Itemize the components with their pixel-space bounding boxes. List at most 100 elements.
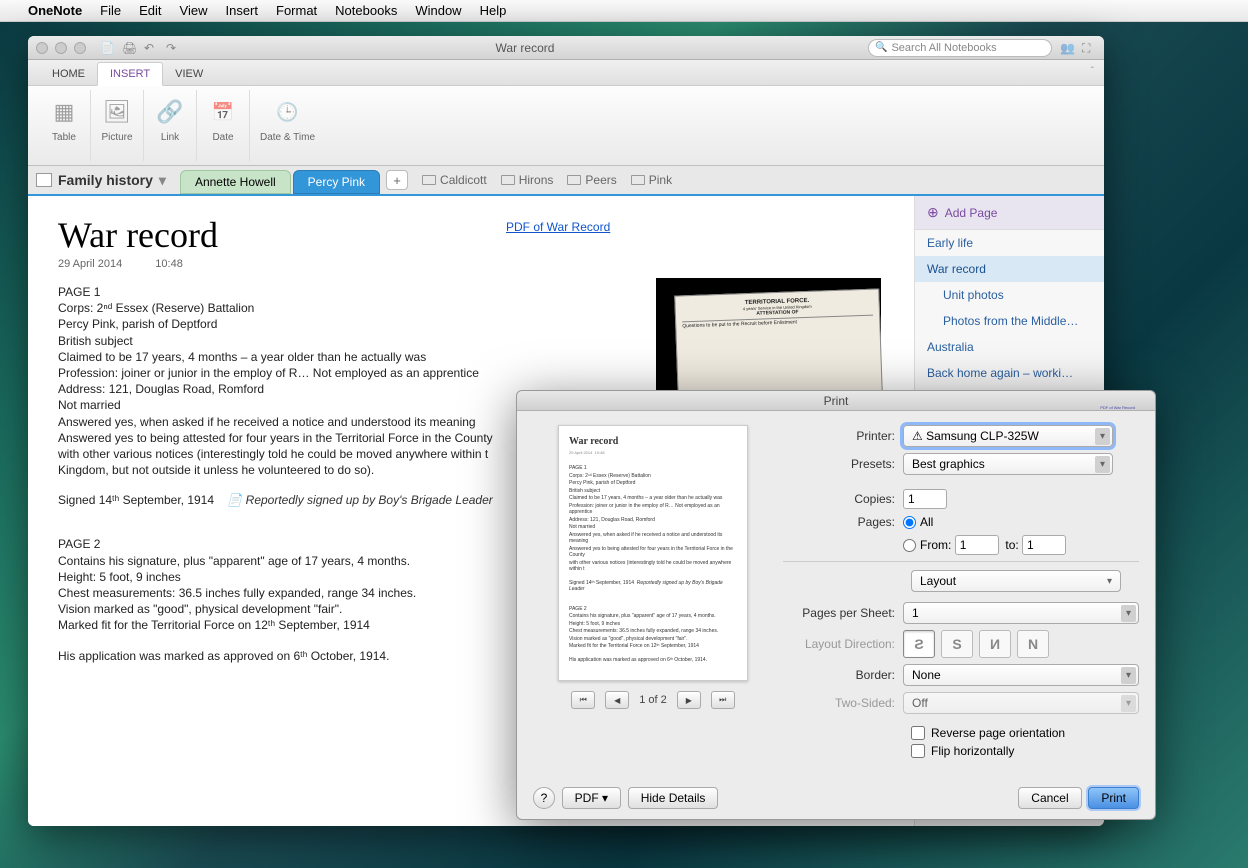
tab-home[interactable]: HOME	[40, 63, 97, 85]
layout-direction-4[interactable]: N	[1017, 630, 1049, 658]
sidebar-item-unit-photos[interactable]: Unit photos	[915, 282, 1104, 308]
chevron-down-icon: ▾	[159, 172, 166, 189]
sidebar-item-early-life[interactable]: Early life	[915, 230, 1104, 256]
pdf-button[interactable]: PDF ▾	[562, 787, 621, 809]
shortcut-caldicott[interactable]: Caldicott	[422, 173, 487, 187]
ribbon-date[interactable]: 📅Date	[197, 90, 250, 161]
menu-help[interactable]: Help	[480, 3, 507, 18]
page-date: 29 April 2014	[58, 258, 122, 270]
cancel-button[interactable]: Cancel	[1018, 787, 1081, 809]
print-button[interactable]: Print	[1088, 787, 1139, 809]
page-indicator: 1 of 2	[639, 694, 667, 706]
toolbar-undo-icon[interactable]: ↶	[144, 41, 160, 55]
menu-insert[interactable]: Insert	[225, 3, 258, 18]
pdf-link[interactable]: PDF of War Record	[506, 220, 610, 234]
add-section-button[interactable]: +	[386, 170, 408, 190]
direction-label: Layout Direction:	[783, 637, 903, 651]
twosided-label: Two-Sided:	[783, 696, 903, 710]
menu-view[interactable]: View	[180, 3, 208, 18]
pages-from-input[interactable]	[955, 535, 999, 555]
document-image[interactable]: TERRITORIAL FORCE. 4 years' Service in t…	[656, 278, 881, 396]
menu-file[interactable]: File	[100, 3, 121, 18]
print-preview: War record 29 April 2014 10:48 PDF of Wa…	[533, 425, 773, 762]
shortcut-icon	[631, 175, 645, 185]
presets-select[interactable]: Best graphics	[903, 453, 1113, 475]
hide-details-button[interactable]: Hide Details	[628, 787, 719, 809]
app-name[interactable]: OneNote	[28, 3, 82, 18]
print-dialog-title: Print	[517, 391, 1155, 411]
border-select[interactable]: None	[903, 664, 1139, 686]
toolbar-icon[interactable]: 🖨	[122, 41, 138, 55]
ribbon-datetime[interactable]: 🕒Date & Time	[250, 90, 325, 161]
traffic-lights	[36, 42, 86, 54]
print-dialog-footer: ? PDF ▾ Hide Details Cancel Print	[533, 787, 1139, 809]
ribbon-table[interactable]: ▦Table	[38, 90, 91, 161]
toolbar-redo-icon[interactable]: ↷	[166, 41, 182, 55]
tab-view[interactable]: VIEW	[163, 63, 215, 85]
ribbon-link[interactable]: 🔗Link	[144, 90, 197, 161]
pps-select[interactable]: 1	[903, 602, 1139, 624]
pages-all-radio[interactable]	[903, 516, 916, 529]
shortcut-pink[interactable]: Pink	[631, 173, 672, 187]
shortcut-icon	[422, 175, 436, 185]
titlebar: 📄 🖨 ↶ ↷ War record Search All Notebooks …	[28, 36, 1104, 60]
layout-direction-3[interactable]: И	[979, 630, 1011, 658]
pages-range-radio[interactable]	[903, 539, 916, 552]
search-input[interactable]: Search All Notebooks	[868, 39, 1052, 57]
close-button[interactable]	[36, 42, 48, 54]
ribbon-collapse-icon[interactable]: ˆ	[1091, 66, 1094, 77]
pages-label: Pages:	[783, 515, 903, 529]
shortcut-peers[interactable]: Peers	[567, 173, 616, 187]
copies-input[interactable]	[903, 489, 947, 509]
datetime-icon: 🕒	[272, 92, 304, 132]
notebook-icon	[36, 173, 52, 187]
note-callout[interactable]: Reportedly signed up by Boy's Brigade Le…	[227, 493, 492, 507]
pages-to-input[interactable]	[1022, 535, 1066, 555]
last-page-button[interactable]: ⏭	[711, 691, 735, 709]
shortcut-hirons[interactable]: Hirons	[501, 173, 554, 187]
fullscreen-icon[interactable]: ⛶	[1082, 41, 1096, 55]
page-title[interactable]: War record	[58, 214, 884, 256]
zoom-button[interactable]	[74, 42, 86, 54]
sidebar-item-war-record[interactable]: War record	[915, 256, 1104, 282]
sidebar-item-photos-middle[interactable]: Photos from the Middle…	[915, 308, 1104, 334]
minimize-button[interactable]	[55, 42, 67, 54]
notebook-selector[interactable]: Family history ▾	[36, 172, 166, 189]
tab-insert[interactable]: INSERT	[97, 62, 163, 86]
add-page-button[interactable]: Add Page	[915, 196, 1104, 230]
menu-edit[interactable]: Edit	[139, 3, 161, 18]
first-page-button[interactable]: ⏮	[571, 691, 595, 709]
presets-label: Presets:	[783, 457, 903, 471]
printer-select[interactable]: ⚠ Samsung CLP-325W	[903, 425, 1113, 447]
help-button[interactable]: ?	[533, 787, 555, 809]
preview-page: War record 29 April 2014 10:48 PDF of Wa…	[558, 425, 748, 681]
next-page-button[interactable]: ▶	[677, 691, 701, 709]
sidebar-item-back-home[interactable]: Back home again – worki…	[915, 360, 1104, 386]
menu-window[interactable]: Window	[415, 3, 461, 18]
ribbon: ▦Table 🖼Picture 🔗Link 📅Date 🕒Date & Time	[28, 86, 1104, 166]
ribbon-tabs: HOME INSERT VIEW ˆ	[28, 60, 1104, 86]
section-tab-percy[interactable]: Percy Pink	[293, 170, 380, 194]
menu-format[interactable]: Format	[276, 3, 317, 18]
flip-horizontally-checkbox[interactable]	[911, 744, 925, 758]
section-tab-annette[interactable]: Annette Howell	[180, 170, 291, 194]
share-icon[interactable]: 👥	[1060, 41, 1074, 55]
window-title: War record	[182, 41, 868, 55]
sidebar-item-australia[interactable]: Australia	[915, 334, 1104, 360]
date-icon: 📅	[207, 92, 239, 132]
menu-notebooks[interactable]: Notebooks	[335, 3, 397, 18]
settings-category-select[interactable]: Layout	[911, 570, 1121, 592]
shortcut-icon	[567, 175, 581, 185]
copies-label: Copies:	[783, 492, 903, 506]
toolbar-icon[interactable]: 📄	[100, 41, 116, 55]
pps-label: Pages per Sheet:	[783, 606, 903, 620]
page-time: 10:48	[155, 258, 183, 270]
layout-direction-1[interactable]: Ƨ	[903, 630, 935, 658]
reverse-orientation-checkbox[interactable]	[911, 726, 925, 740]
document-image-content: TERRITORIAL FORCE. 4 years' Service in t…	[674, 288, 883, 399]
prev-page-button[interactable]: ◀	[605, 691, 629, 709]
layout-direction-2[interactable]: S	[941, 630, 973, 658]
ribbon-picture[interactable]: 🖼Picture	[91, 90, 144, 161]
shortcut-icon	[501, 175, 515, 185]
preview-nav: ⏮ ◀ 1 of 2 ▶ ⏭	[533, 691, 773, 709]
